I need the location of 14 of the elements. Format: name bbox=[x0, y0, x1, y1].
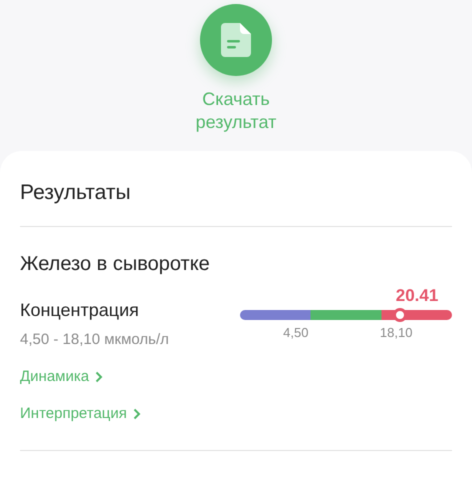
indicator-name: Концентрация bbox=[20, 300, 140, 321]
download-button[interactable] bbox=[200, 4, 272, 76]
download-label[interactable]: Скачать результат bbox=[176, 88, 296, 134]
reference-range: 4,50 - 18,10 мкмоль/л bbox=[20, 331, 169, 348]
tick-label: 18,10 bbox=[380, 325, 412, 340]
document-icon bbox=[221, 23, 251, 57]
card-title: Результаты bbox=[20, 180, 132, 206]
tick-label: 4,50 bbox=[283, 325, 308, 340]
section-title: Железо в сыворотке bbox=[20, 252, 211, 277]
chevron-icon bbox=[95, 370, 104, 382]
link[interactable]: Интерпретация bbox=[20, 405, 141, 422]
result-value: 20.41 bbox=[396, 286, 438, 306]
chevron-icon bbox=[132, 408, 141, 420]
link[interactable]: Динамика bbox=[20, 368, 104, 385]
